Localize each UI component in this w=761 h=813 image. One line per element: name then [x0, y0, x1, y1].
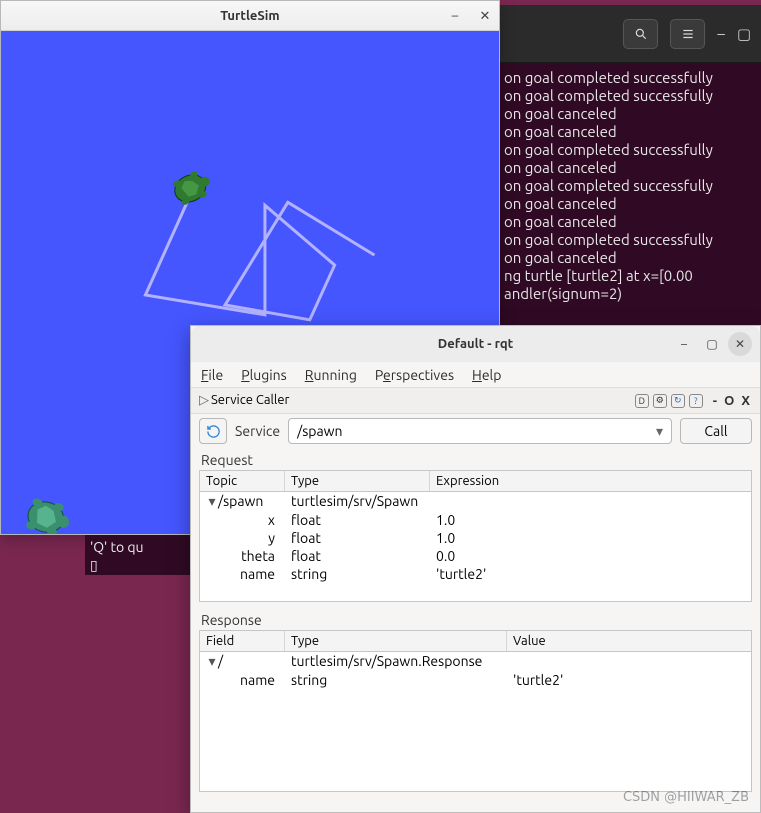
call-button[interactable]: Call	[680, 418, 752, 444]
hamburger-icon[interactable]	[670, 19, 705, 49]
col-value[interactable]: Value	[507, 631, 751, 651]
tree-row[interactable]: name string 'turtle2'	[200, 565, 751, 583]
terminal2-line1: 'Q' to qu	[90, 538, 185, 556]
d-icon[interactable]: D	[635, 394, 649, 408]
refresh-button[interactable]	[199, 418, 227, 444]
col-field[interactable]: Field	[200, 631, 285, 651]
request-tree[interactable]: Topic Type Expression ▾/spawn turtlesim/…	[199, 470, 752, 602]
terminal-line: on goal canceled	[504, 159, 757, 177]
tree-toggle-icon[interactable]: ▾	[206, 493, 218, 510]
terminal-line: on goal canceled	[504, 105, 757, 123]
gear-icon[interactable]: ⚙	[653, 394, 667, 408]
close-icon[interactable]: ✕	[728, 332, 752, 356]
service-caller-label: ▷Service Caller	[199, 393, 289, 408]
terminal-line: on goal completed successfully	[504, 141, 757, 159]
col-expression[interactable]: Expression	[430, 471, 751, 491]
service-caller-header: ▷Service Caller D ⚙ ↻ ? - O X	[191, 388, 760, 414]
search-icon[interactable]	[623, 19, 658, 49]
terminal-line: ng turtle [turtle2] at x=[0.00	[504, 267, 757, 285]
terminal-line: on goal completed successfully	[504, 87, 757, 105]
rqt-title: Default - rqt	[438, 337, 514, 351]
service-label: Service	[235, 423, 280, 439]
menu-file[interactable]: File	[201, 367, 223, 383]
response-tree[interactable]: Field Type Value ▾/ turtlesim/srv/Spawn.…	[199, 630, 752, 792]
tree-row[interactable]: ▾/spawn turtlesim/srv/Spawn	[200, 492, 751, 511]
turtle-sprite-2	[24, 496, 73, 534]
turtle-trail	[145, 195, 374, 320]
terminal-line: on goal completed successfully	[504, 69, 757, 87]
reload-icon[interactable]: ↻	[671, 394, 685, 408]
tree-row[interactable]: ▾/ turtlesim/srv/Spawn.Response	[200, 652, 751, 671]
menu-running[interactable]: Running	[305, 367, 357, 383]
terminal-line: on goal canceled	[504, 249, 757, 267]
rqt-menubar: File Plugins Running Perspectives Help	[191, 362, 760, 388]
close-icon[interactable]: ✕	[477, 8, 493, 24]
turtlesim-title: TurtleSim	[220, 9, 279, 23]
turtle-sprite-1	[170, 167, 215, 208]
turtlesim-titlebar[interactable]: TurtleSim – ✕	[1, 1, 499, 31]
terminal-line: on goal canceled	[504, 123, 757, 141]
tree-row[interactable]: y float 1.0	[200, 529, 751, 547]
terminal-header: – ▢	[500, 5, 761, 63]
request-tree-header: Topic Type Expression	[200, 471, 751, 492]
service-row: Service /spawn ▾ Call	[191, 414, 760, 448]
minimize-icon[interactable]: –	[447, 8, 463, 24]
watermark: CSDN @HIIWAR_ZB	[623, 790, 749, 805]
tree-toggle-icon[interactable]: ▾	[206, 653, 218, 670]
response-label: Response	[191, 608, 760, 630]
terminal-line: andler(signum=2)	[504, 285, 757, 303]
menu-perspectives[interactable]: Perspectives	[375, 367, 454, 383]
maximize-icon[interactable]: ▢	[700, 332, 724, 356]
tree-row[interactable]: name string 'turtle2'	[200, 671, 751, 689]
service-select[interactable]: /spawn ▾	[288, 418, 672, 444]
response-tree-header: Field Type Value	[200, 631, 751, 652]
tree-row[interactable]: x float 1.0	[200, 511, 751, 529]
minimize-icon[interactable]: –	[717, 25, 724, 42]
request-label: Request	[191, 448, 760, 470]
terminal2[interactable]: 'Q' to qu ▯	[85, 535, 190, 575]
minimize-icon[interactable]: –	[672, 332, 696, 356]
service-select-value: /spawn	[297, 423, 342, 439]
terminal-line: on goal completed successfully	[504, 177, 757, 195]
service-caller-toolbar: D ⚙ ↻ ? - O X	[635, 394, 752, 408]
rqt-window: Default - rqt – ▢ ✕ File Plugins Running…	[190, 325, 761, 813]
col-type[interactable]: Type	[285, 471, 430, 491]
terminal-line: on goal completed successfully	[504, 231, 757, 249]
toolbar-suffix[interactable]: - O X	[713, 394, 752, 408]
terminal-line: on goal canceled	[504, 213, 757, 231]
terminal-output[interactable]: on goal completed successfullyon goal co…	[500, 63, 761, 307]
menu-help[interactable]: Help	[472, 367, 501, 383]
maximize-icon[interactable]: ▢	[737, 25, 751, 43]
col-rtype[interactable]: Type	[285, 631, 507, 651]
tree-row[interactable]: theta float 0.0	[200, 547, 751, 565]
col-topic[interactable]: Topic	[200, 471, 285, 491]
chevron-down-icon: ▾	[656, 423, 663, 440]
terminal-line: on goal canceled	[504, 195, 757, 213]
terminal2-cursor: ▯	[90, 556, 185, 574]
help-icon[interactable]: ?	[689, 394, 703, 408]
rqt-titlebar[interactable]: Default - rqt – ▢ ✕	[191, 326, 760, 362]
menu-plugins[interactable]: Plugins	[241, 367, 287, 383]
